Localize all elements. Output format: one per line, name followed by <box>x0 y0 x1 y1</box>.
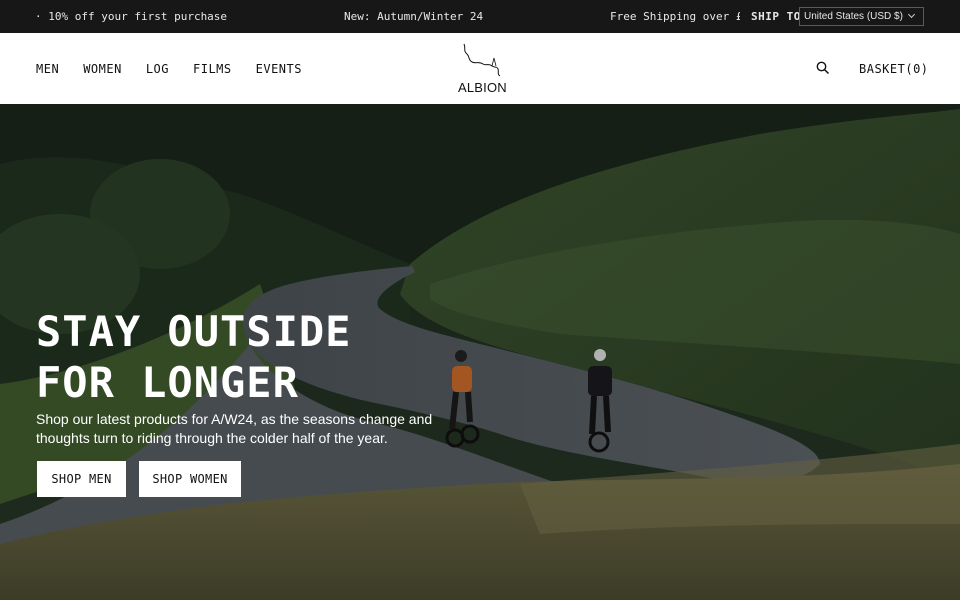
chevron-down-icon <box>907 10 916 19</box>
logo-wordmark: ALBION <box>458 80 507 95</box>
hero-title-line: STAY OUTSIDE <box>36 307 352 356</box>
ship-to-label: SHIP TO <box>751 10 801 23</box>
main-nav: MEN WOMEN LOG FILMS EVENTS <box>36 62 302 76</box>
nav-item-women[interactable]: WOMEN <box>83 62 122 76</box>
nav-item-men[interactable]: MEN <box>36 62 59 76</box>
basket-link[interactable]: BASKET(0) <box>859 62 929 76</box>
announcement-message: New: Autumn/Winter 24 <box>344 10 484 23</box>
site-header: MEN WOMEN LOG FILMS EVENTS ALBION BASKET… <box>0 33 960 104</box>
hero-title: STAY OUTSIDE FOR LONGER <box>36 306 351 408</box>
announcement-message: · 10% off your first purchase <box>35 10 228 23</box>
nav-item-log[interactable]: LOG <box>146 62 169 76</box>
hero-subtitle: Shop our latest products for A/W24, as t… <box>36 411 433 446</box>
hero-banner: STAY OUTSIDE FOR LONGER Shop our latest … <box>0 104 960 600</box>
nav-item-events[interactable]: EVENTS <box>256 62 302 76</box>
announcement-bar: · 10% off your first purchase New: Autum… <box>0 0 960 33</box>
site-logo[interactable]: ALBION <box>457 42 507 97</box>
albion-logo-mark <box>463 43 501 77</box>
hero-title-line: FOR LONGER <box>36 358 299 407</box>
shop-men-button[interactable]: SHOP MEN <box>37 461 126 497</box>
search-icon[interactable] <box>816 61 830 75</box>
shop-women-button[interactable]: SHOP WOMEN <box>139 461 241 497</box>
nav-item-films[interactable]: FILMS <box>193 62 232 76</box>
country-select[interactable]: United States (USD $) <box>799 7 924 26</box>
country-select-value: United States (USD $) <box>804 11 903 22</box>
announcement-message: Free Shipping over £100 <box>610 10 740 23</box>
